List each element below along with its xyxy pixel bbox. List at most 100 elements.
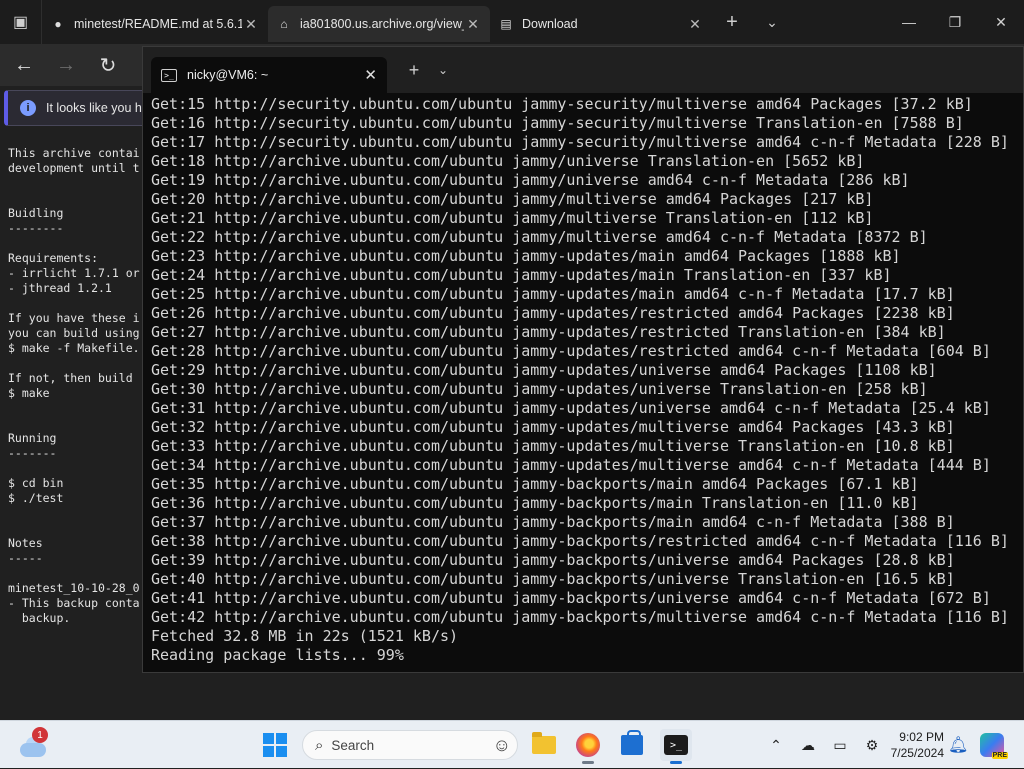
terminal-output[interactable]: Get:15 http://security.ubuntu.com/ubuntu…	[143, 93, 1023, 665]
terminal-line: Get:27 http://archive.ubuntu.com/ubuntu …	[151, 323, 946, 341]
page-text-line: $ make	[8, 386, 50, 400]
archive-icon: ⌂	[280, 17, 288, 31]
close-icon[interactable]: ✕	[364, 66, 377, 84]
clock[interactable]: 9:02 PM 7/25/2024	[880, 729, 944, 761]
page-text-line: backup.	[8, 611, 71, 625]
terminal-line: Get:18 http://archive.ubuntu.com/ubuntu …	[151, 152, 865, 170]
new-tab-button[interactable]: +	[712, 11, 752, 34]
page-text-line	[8, 401, 140, 416]
active-indicator	[670, 761, 682, 764]
chevron-up-icon[interactable]: ⌃	[760, 737, 792, 754]
tab-label: minetest/README.md at 5.6.1 ·	[74, 17, 242, 31]
terminal-icon: >_	[664, 735, 688, 755]
page-text-line	[8, 416, 140, 431]
terminal-line: Get:29 http://archive.ubuntu.com/ubuntu …	[151, 361, 937, 379]
notification-bell-icon[interactable]: 🔔︎	[948, 735, 968, 755]
clock-date: 7/25/2024	[890, 746, 944, 760]
weather-widget[interactable]: 1	[18, 727, 48, 761]
browser-tab-download[interactable]: ▤ Download ✕	[490, 6, 712, 42]
store-button[interactable]	[616, 729, 648, 761]
browser-tab-archive[interactable]: ⌂ ia801800.us.archive.org/view_a ✕	[268, 6, 490, 42]
close-window-button[interactable]: ✕	[978, 0, 1024, 44]
terminal-line: Get:22 http://archive.ubuntu.com/ubuntu …	[151, 228, 928, 246]
onedrive-icon[interactable]: ☁	[792, 737, 824, 754]
page-text-line: - irrlicht 1.7.1 or	[8, 266, 140, 280]
page-text-line: minetest_10-10-28_0	[8, 581, 140, 595]
plus-icon: +	[726, 10, 738, 33]
page-text-line	[8, 521, 140, 536]
tab-actions-button[interactable]: ▣	[0, 0, 42, 44]
page-text-line	[8, 356, 140, 371]
reload-icon: ↻	[99, 54, 117, 77]
page-text-line	[8, 176, 140, 191]
firefox-button[interactable]	[572, 729, 604, 764]
page-text-line: If you have these i	[8, 311, 140, 325]
terminal-tab[interactable]: >_ nicky@VM6: ~ ✕	[151, 57, 387, 93]
chevron-down-icon: ⌄	[766, 13, 778, 30]
new-terminal-tab-button[interactable]: +	[397, 60, 431, 81]
display-icon[interactable]: ▭	[824, 737, 856, 754]
back-button[interactable]: ←	[6, 47, 42, 83]
terminal-line: Get:31 http://archive.ubuntu.com/ubuntu …	[151, 399, 991, 417]
tab-list-button[interactable]: ⌄	[752, 14, 792, 31]
terminal-line: Get:39 http://archive.ubuntu.com/ubuntu …	[151, 551, 955, 569]
terminal-line: Get:34 http://archive.ubuntu.com/ubuntu …	[151, 456, 991, 474]
info-bar-text: It looks like you ha	[46, 101, 149, 115]
search-highlight-icon: ☺	[492, 734, 511, 755]
page-text-line: $ cd bin	[8, 476, 64, 490]
terminal-line: Get:25 http://archive.ubuntu.com/ubuntu …	[151, 285, 955, 303]
page-text-line: -------	[8, 446, 57, 460]
terminal-line: Get:36 http://archive.ubuntu.com/ubuntu …	[151, 494, 919, 512]
terminal-line: Fetched 32.8 MB in 22s (1521 kB/s)	[151, 627, 459, 645]
close-tab-icon[interactable]: ✕	[686, 16, 704, 33]
browser-tab-readme[interactable]: ● minetest/README.md at 5.6.1 · ✕	[42, 6, 268, 42]
plus-icon: +	[408, 59, 420, 80]
terminal-line: Get:38 http://archive.ubuntu.com/ubuntu …	[151, 532, 1009, 550]
terminal-window: >_ nicky@VM6: ~ ✕ + ⌄ Get:15 http://secu…	[142, 46, 1024, 673]
close-tab-icon[interactable]: ✕	[464, 16, 482, 33]
terminal-line: Get:24 http://archive.ubuntu.com/ubuntu …	[151, 266, 892, 284]
terminal-line: Get:41 http://archive.ubuntu.com/ubuntu …	[151, 589, 991, 607]
terminal-line: Get:20 http://archive.ubuntu.com/ubuntu …	[151, 190, 874, 208]
store-icon	[621, 730, 643, 755]
page-text-line	[8, 296, 140, 311]
close-tab-icon[interactable]: ✕	[242, 16, 260, 33]
page-text-line: Running	[8, 431, 57, 445]
taskbar: 1 ⌕ Search ☺ >_ ⌃ ☁ ▭ ⚙ 9:02 PM 7/25/202…	[0, 720, 1024, 768]
forward-button[interactable]: →	[48, 47, 84, 83]
arrow-right-icon: →	[56, 53, 76, 76]
page-text-line: Notes	[8, 536, 43, 550]
tab-actions-icon: ▣	[12, 14, 29, 31]
start-button[interactable]	[263, 733, 287, 757]
clock-time: 9:02 PM	[899, 730, 944, 744]
search-icon: ⌕	[315, 736, 324, 754]
page-text-line: you can build using	[8, 326, 140, 340]
terminal-line: Get:37 http://archive.ubuntu.com/ubuntu …	[151, 513, 955, 531]
page-text-line	[8, 566, 140, 581]
terminal-line: Get:28 http://archive.ubuntu.com/ubuntu …	[151, 342, 991, 360]
copilot-icon[interactable]: PRE	[980, 733, 1008, 759]
copilot-badge: PRE	[991, 752, 1008, 759]
restore-button[interactable]: ❐	[932, 0, 978, 44]
terminal-taskbar-button[interactable]: >_	[660, 729, 692, 764]
file-explorer-button[interactable]	[528, 729, 560, 761]
firefox-icon	[576, 733, 600, 757]
terminal-line: Get:42 http://archive.ubuntu.com/ubuntu …	[151, 608, 1009, 626]
search-placeholder: Search	[331, 737, 375, 753]
terminal-line: Get:32 http://archive.ubuntu.com/ubuntu …	[151, 418, 955, 436]
tab-label: Download	[522, 17, 578, 31]
page-text-line: -----	[8, 551, 43, 565]
reload-button[interactable]: ↻	[90, 47, 126, 83]
minimize-button[interactable]: —	[886, 0, 932, 44]
terminal-icon: >_	[161, 68, 177, 82]
terminal-line: Get:30 http://archive.ubuntu.com/ubuntu …	[151, 380, 928, 398]
running-indicator	[582, 761, 594, 764]
page-text-line: Buidling	[8, 206, 64, 220]
terminal-dropdown-button[interactable]: ⌄	[431, 63, 455, 77]
chevron-down-icon: ⌄	[437, 63, 449, 77]
tab-label: ia801800.us.archive.org/view_a	[300, 17, 464, 31]
terminal-line: Get:33 http://archive.ubuntu.com/ubuntu …	[151, 437, 955, 455]
taskbar-search[interactable]: ⌕ Search ☺	[302, 730, 518, 760]
page-text-line: - This backup conta	[8, 596, 140, 610]
page-text-line	[8, 506, 140, 521]
